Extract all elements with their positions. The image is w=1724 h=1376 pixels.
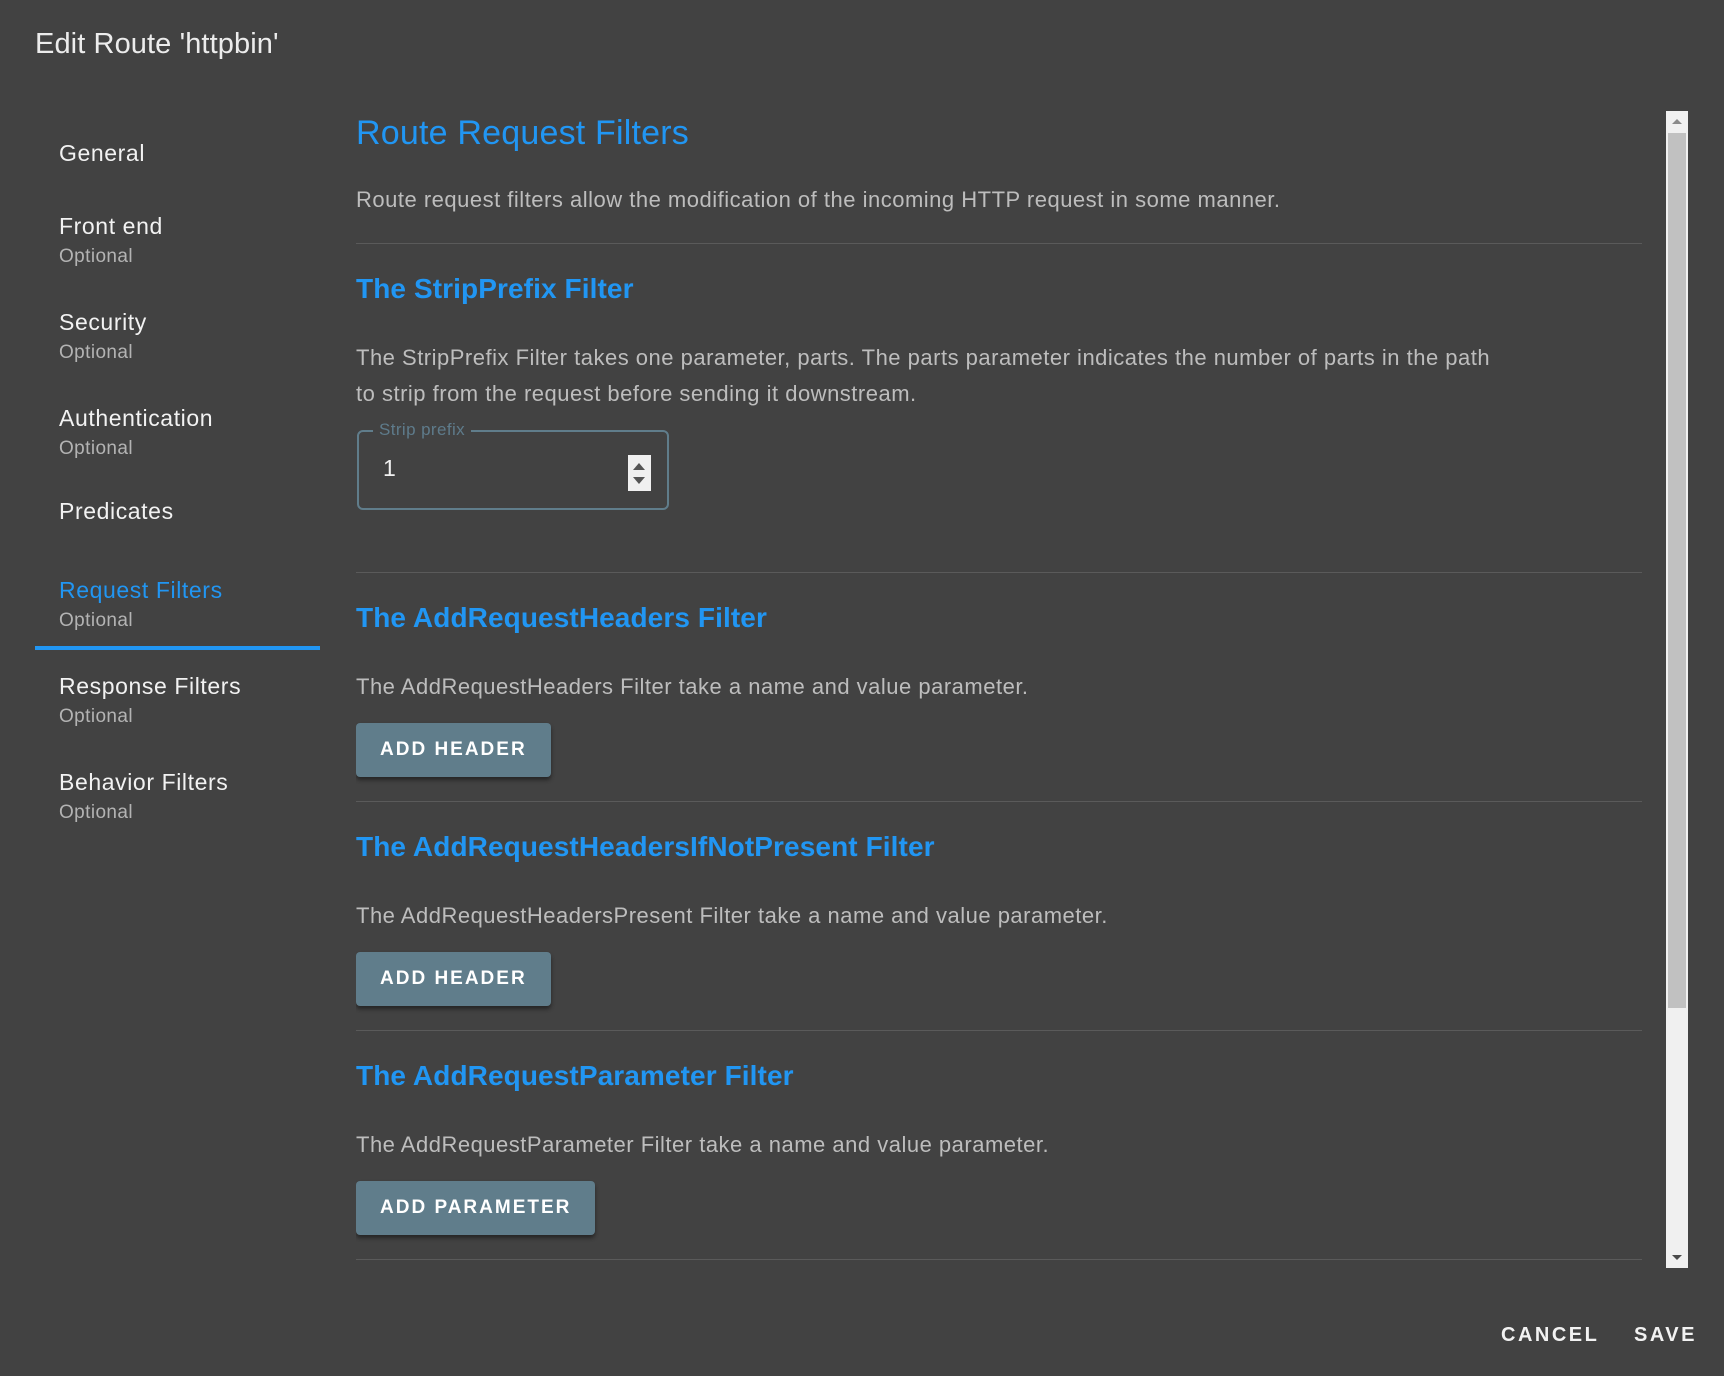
sidebar-item-label: Response Filters [59,673,242,699]
divider [356,1030,1642,1031]
add-parameter-button[interactable]: ADD PARAMETER [356,1181,596,1235]
sidebar-item-security[interactable]: Security Optional [35,306,320,376]
content-panel: Route Request Filters Route request filt… [356,111,1642,1269]
strip-prefix-description-line1: The StripPrefix Filter takes one paramet… [356,345,1491,370]
dialog-title: Edit Route 'httpbin' [35,28,279,60]
sidebar-item-optional: Optional [59,438,133,459]
sidebar-item-optional: Optional [59,706,133,727]
add-request-headers-if-not-present-description: The AddRequestHeadersPresent Filter take… [356,903,1108,928]
spin-up-icon[interactable] [633,463,645,470]
section-heading-add-request-parameter: The AddRequestParameter Filter [356,1060,794,1091]
strip-prefix-field[interactable]: Strip prefix [357,420,669,510]
sidebar-item-request-filters[interactable]: Request Filters Optional [35,574,320,644]
divider [356,243,1642,244]
number-spinner[interactable] [628,455,651,491]
section-heading-strip-prefix: The StripPrefix Filter [356,273,634,304]
sidebar-item-response-filters[interactable]: Response Filters Optional [35,670,320,740]
save-button[interactable]: SAVE [1626,1318,1705,1353]
sidebar-item-authentication[interactable]: Authentication Optional [35,402,320,472]
sidebar-item-label: Request Filters [59,577,223,603]
add-header-button[interactable]: ADD HEADER [356,723,551,777]
sidebar-item-optional: Optional [59,246,133,267]
sidebar-item-label: General [59,140,146,166]
strip-prefix-input[interactable] [381,454,605,483]
sidebar-item-label: Predicates [59,498,174,524]
divider [356,572,1642,573]
scrollbar-thumb[interactable] [1668,133,1686,1008]
sidebar-item-optional: Optional [59,610,133,631]
scroll-up-arrow-icon[interactable] [1672,119,1682,124]
sidebar-item-predicates[interactable]: Predicates [35,488,320,538]
section-heading-add-request-headers: The AddRequestHeaders Filter [356,602,767,633]
add-request-headers-description: The AddRequestHeaders Filter take a name… [356,674,1029,699]
divider [356,1259,1642,1260]
sidebar-item-label: Front end [59,213,163,239]
divider [356,801,1642,802]
scroll-down-arrow-icon[interactable] [1672,1255,1682,1260]
sidebar-item-label: Security [59,309,147,335]
sidebar-item-optional: Optional [59,802,133,823]
spin-down-icon[interactable] [633,477,645,484]
sidebar-item-label: Authentication [59,405,214,431]
add-header-if-not-present-button[interactable]: ADD HEADER [356,952,551,1006]
cancel-button[interactable]: CANCEL [1493,1318,1607,1353]
page-heading: Route Request Filters [356,114,690,152]
sidebar-item-optional: Optional [59,342,133,363]
section-heading-add-request-headers-if-not-present: The AddRequestHeadersIfNotPresent Filter [356,831,935,862]
sidebar-item-front-end[interactable]: Front end Optional [35,210,320,280]
sidebar-item-label: Behavior Filters [59,769,229,795]
intro-text: Route request filters allow the modifica… [356,187,1281,212]
sidebar-item-general[interactable]: General [35,130,320,180]
strip-prefix-label: Strip prefix [373,420,472,440]
active-step-indicator [35,646,320,650]
sidebar-item-behavior-filters[interactable]: Behavior Filters Optional [35,766,320,836]
strip-prefix-description-line2: to strip from the request before sending… [356,381,917,406]
content-scrollbar[interactable] [1666,111,1688,1268]
add-request-parameter-description: The AddRequestParameter Filter take a na… [356,1132,1050,1157]
edit-route-dialog: Edit Route 'httpbin' General Front end O… [0,0,1724,1376]
